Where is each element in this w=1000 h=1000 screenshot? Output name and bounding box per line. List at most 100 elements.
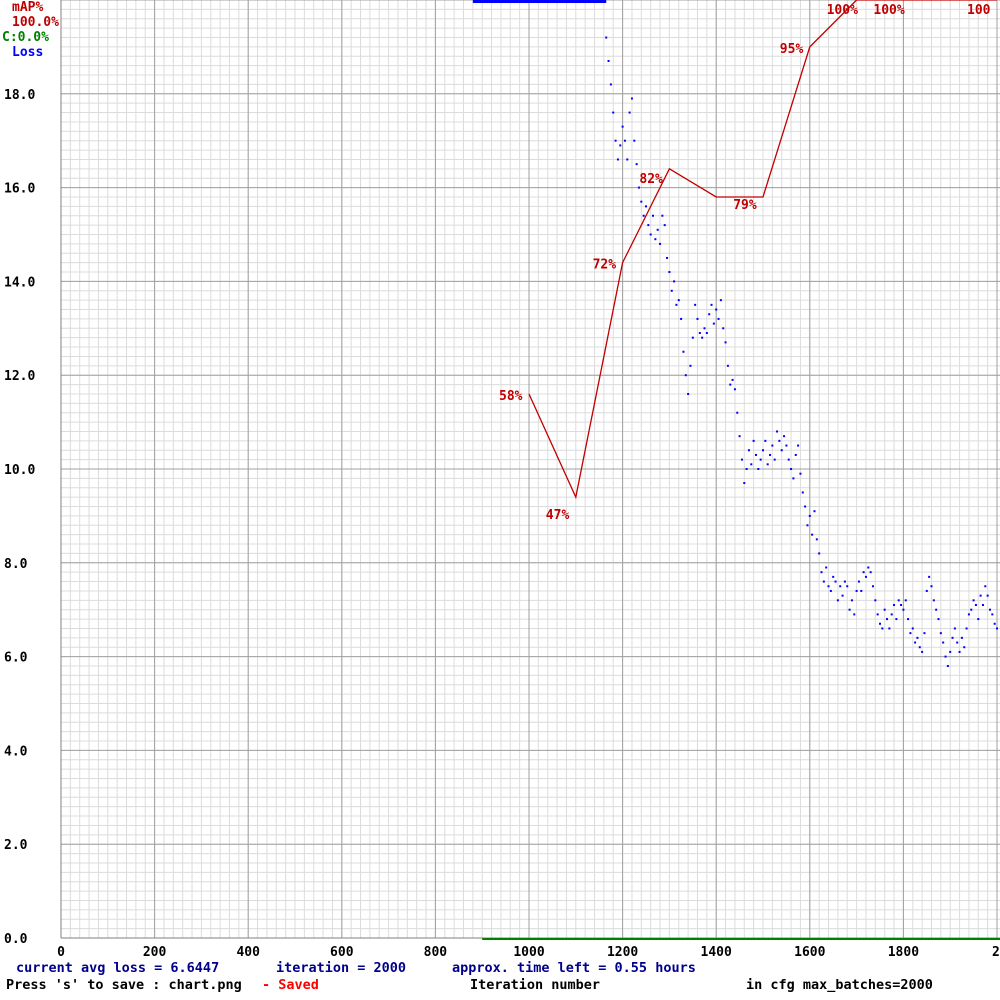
legend-c-label: C:0.0%: [2, 30, 49, 45]
x-tick-label: 1200: [607, 945, 638, 960]
loss-point: [790, 468, 793, 470]
loss-point: [862, 571, 865, 574]
loss-point: [682, 350, 685, 353]
loss-point: [853, 613, 856, 616]
loss-point: [991, 613, 994, 616]
loss-point: [743, 482, 746, 485]
loss-point: [818, 552, 821, 555]
loss-point: [965, 627, 968, 630]
legend: mAP% 100.0% C:0.0% Loss: [2, 0, 59, 60]
loss-point: [883, 608, 886, 611]
loss-point: [930, 585, 933, 588]
loss-point: [808, 514, 811, 517]
loss-point: [649, 233, 652, 236]
loss-point: [642, 214, 645, 217]
status-time-left: approx. time left = 0.55 hours: [452, 960, 696, 976]
loss-point: [977, 618, 980, 621]
loss-point: [949, 650, 952, 653]
loss-point: [733, 388, 736, 391]
loss-point: [979, 594, 982, 597]
loss-point: [860, 589, 863, 592]
loss-point: [689, 364, 692, 367]
loss-point: [841, 594, 844, 597]
loss-point: [832, 575, 835, 578]
loss-point: [722, 327, 725, 330]
loss-point: [612, 111, 615, 114]
x-tick-label: 600: [330, 945, 354, 960]
x-tick-label: 20: [992, 945, 1000, 960]
loss-point: [616, 158, 619, 161]
loss-point: [942, 641, 945, 644]
loss-point: [935, 608, 938, 611]
map-point-label: 100: [967, 3, 991, 18]
loss-point: [874, 599, 877, 602]
loss-point: [937, 618, 940, 621]
legend-map-label: mAP%: [12, 0, 44, 15]
loss-point: [928, 575, 931, 578]
status-save-hint: Press 's' to save : chart.png: [6, 977, 242, 993]
loss-point: [822, 580, 825, 583]
loss-point: [677, 299, 680, 302]
status-max-batches: in cfg max_batches=2000: [746, 977, 933, 993]
loss-point: [752, 439, 755, 442]
loss-point: [960, 636, 963, 639]
loss-point: [778, 439, 781, 442]
legend-map-value: 100.0%: [12, 15, 59, 30]
y-tick-label: 4.0: [4, 744, 28, 759]
loss-point: [981, 604, 984, 607]
loss-point: [848, 608, 851, 611]
loss-point: [698, 331, 701, 334]
y-tick-label: 2.0: [4, 838, 28, 853]
loss-point: [726, 364, 729, 367]
loss-point: [762, 449, 764, 452]
loss-point: [984, 585, 987, 588]
x-axis-label: Iteration number: [470, 977, 601, 993]
x-tick-label: 400: [236, 945, 260, 960]
loss-point: [783, 435, 786, 438]
loss-point: [757, 468, 760, 470]
loss-point: [780, 449, 783, 452]
loss-point: [902, 608, 905, 611]
loss-point: [904, 599, 907, 602]
loss-point: [684, 374, 687, 377]
loss-point: [647, 224, 650, 227]
y-tick-label: 18.0: [4, 88, 35, 103]
x-tick-label: 200: [143, 945, 167, 960]
loss-point: [921, 650, 924, 653]
loss-point: [907, 618, 910, 621]
map-point-label: 100%: [873, 3, 904, 18]
loss-point: [609, 83, 612, 86]
map-point-label: 100%: [827, 3, 858, 18]
loss-point: [759, 458, 762, 461]
x-tick-label: 1600: [794, 945, 825, 960]
loss-point: [673, 280, 676, 283]
loss-point: [867, 566, 870, 569]
loss-point: [705, 331, 708, 334]
loss-point: [670, 289, 673, 292]
loss-point: [797, 444, 800, 447]
loss-point: [850, 599, 853, 602]
loss-point: [628, 111, 631, 114]
loss-point: [923, 632, 926, 635]
loss-point: [645, 205, 647, 208]
loss-point: [633, 139, 636, 142]
loss-point: [719, 299, 722, 302]
loss-point: [897, 599, 900, 602]
loss-point: [839, 585, 842, 588]
loss-point: [834, 580, 837, 583]
loss-point: [635, 163, 638, 166]
loss-point: [626, 158, 629, 161]
loss-point: [696, 317, 699, 320]
loss-point: [740, 458, 743, 461]
loss-point: [607, 59, 610, 62]
loss-point: [661, 214, 664, 217]
loss-point: [804, 505, 807, 508]
y-tick-label: 16.0: [4, 182, 35, 197]
loss-point: [972, 599, 975, 602]
loss-point: [909, 632, 912, 635]
status-current-loss: current avg loss = 6.6447: [16, 960, 220, 976]
loss-point: [993, 622, 996, 625]
loss-point: [764, 439, 767, 442]
loss-point: [769, 453, 772, 456]
loss-point: [623, 139, 626, 142]
